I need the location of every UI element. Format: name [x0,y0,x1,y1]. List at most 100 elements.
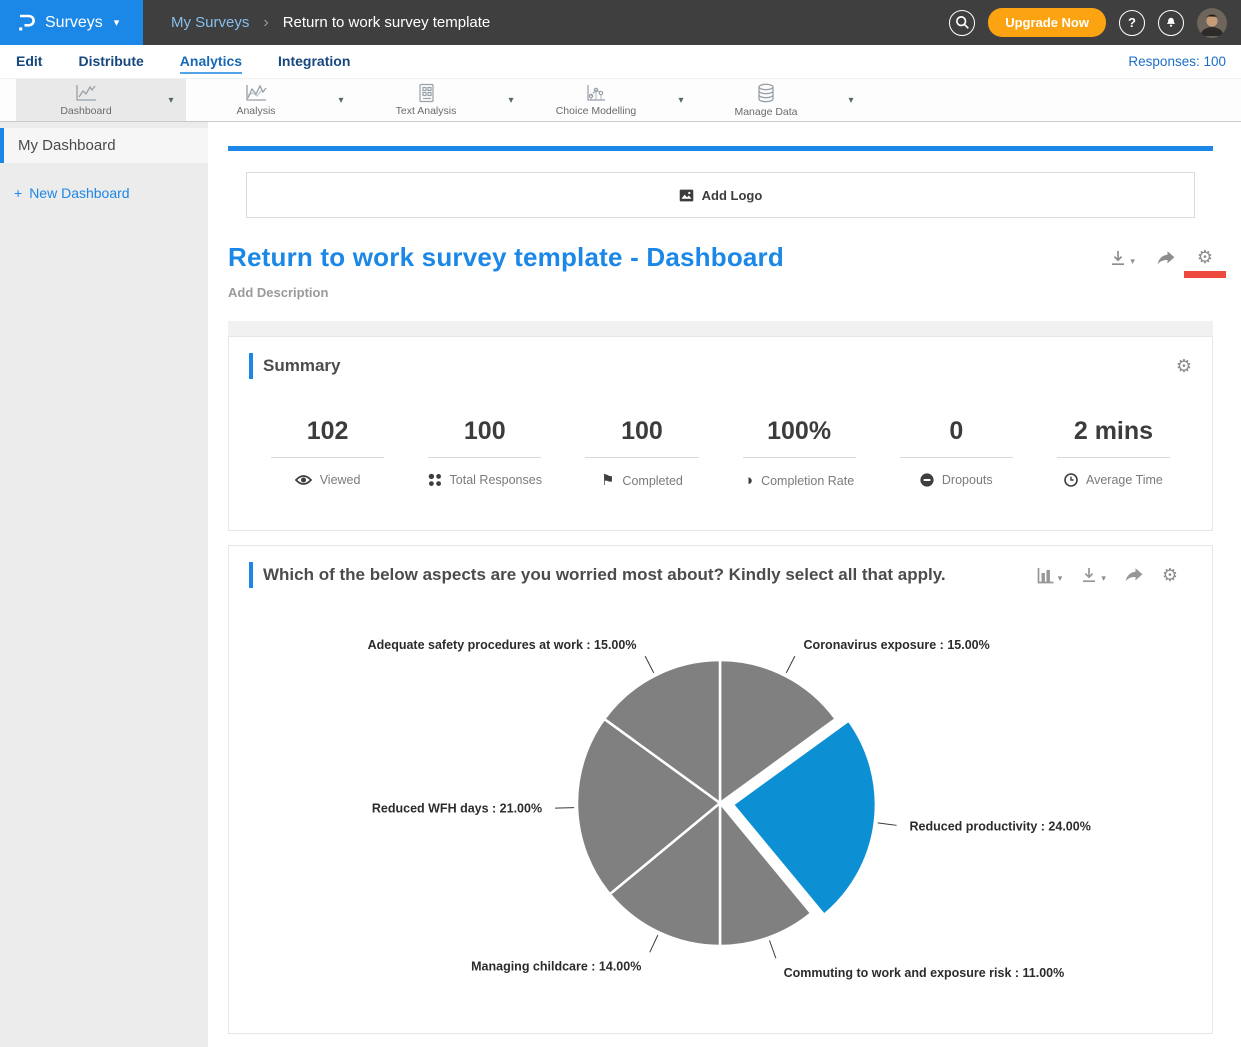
pie-slice-label: Managing childcare : 14.00% [471,960,641,974]
stat-dropouts: 0 Dropouts [878,417,1035,488]
choice-modelling-icon [584,83,608,103]
chart-actions: ▾ ▾ ⚙ [1037,566,1178,584]
add-logo-button[interactable]: Add Logo [246,172,1195,218]
caret-down-icon: ▾ [1130,256,1135,267]
stat-divider [1057,457,1170,458]
dots-grid-icon [428,473,442,487]
plus-icon: + [14,185,22,201]
avatar[interactable] [1197,8,1227,38]
stat-divider [271,457,384,458]
stat-label-text: Completion Rate [761,474,854,488]
toolbar-item-manage-data[interactable]: Manage Data [696,79,836,121]
stat-average-time: 2 mins Average Time [1035,417,1192,488]
caret-down-icon: ▾ [1058,573,1063,584]
topbar: Surveys ▾ My Surveys › Return to work su… [0,0,1241,45]
chart-settings-gear-icon[interactable]: ⚙ [1162,566,1178,584]
choice-modelling-dropdown-caret[interactable]: ▾ [666,79,696,121]
responses-count[interactable]: Responses: 100 [1128,54,1226,69]
chevron-down-icon: ▾ [114,16,120,29]
share-chart-button[interactable] [1124,567,1144,583]
survey-subnav: Edit Distribute Analytics Integration Re… [0,45,1241,78]
add-logo-label: Add Logo [702,188,763,203]
share-dashboard-button[interactable] [1156,250,1176,266]
tab-integration[interactable]: Integration [278,49,350,74]
stat-label-text: Average Time [1086,473,1163,487]
stat-divider [428,457,541,458]
toolbar-group-manage-data: Manage Data ▾ [696,79,866,121]
gear-icon: ⚙ [1197,247,1213,267]
app-logo[interactable]: Surveys ▾ [0,0,143,45]
sidebar-item-my-dashboard[interactable]: My Dashboard [0,128,208,163]
stat-total-responses: 100 Total Responses [406,417,563,488]
pie-label-connector [650,935,658,952]
new-dashboard-button[interactable]: + New Dashboard [14,185,208,201]
user-photo [1197,8,1227,38]
breadcrumb: My Surveys › Return to work survey templ… [171,14,490,32]
analytics-toolbar: Dashboard ▾ Analysis ▾ [0,78,1241,122]
pie-label-connector [786,656,795,673]
toolbar-group-analysis: Analysis ▾ [186,79,356,121]
summary-settings-gear-icon[interactable]: ⚙ [1176,357,1192,375]
upgrade-now-button[interactable]: Upgrade Now [988,8,1106,37]
toolbar-item-label: Analysis [236,105,275,117]
question-title: Which of the below aspects are you worri… [263,565,946,585]
notifications-button[interactable] [1158,10,1184,36]
pie-slice-label: Adequate safety procedures at work : 15.… [368,638,637,652]
pie-label-connector [878,823,897,825]
flag-icon: ⚑ [601,473,614,488]
text-analysis-dropdown-caret[interactable]: ▾ [496,79,526,121]
dashboard-settings-button[interactable]: ⚙ [1197,248,1213,268]
half-circle-icon: ◑ [744,473,753,488]
tab-distribute[interactable]: Distribute [78,49,143,74]
new-dashboard-label: New Dashboard [29,185,129,201]
stat-label-text: Completed [622,474,682,488]
image-icon [679,189,694,202]
pie-slice-label: Reduced WFH days : 21.00% [372,801,542,815]
breadcrumb-current: Return to work survey template [283,14,491,31]
toolbar-item-label: Text Analysis [396,105,457,117]
stat-completed: 100 ⚑ Completed [563,417,720,488]
toolbar-item-text-analysis[interactable]: Text Analysis [356,79,496,121]
toolbar-item-label: Manage Data [734,106,797,118]
tab-analytics[interactable]: Analytics [180,49,242,74]
toolbar-item-dashboard[interactable]: Dashboard [16,79,156,121]
stat-completion-rate: 100% ◑ Completion Rate [721,417,878,488]
breadcrumb-my-surveys[interactable]: My Surveys [171,14,249,31]
download-dashboard-button[interactable]: ▾ [1109,249,1135,267]
toolbar-group-text-analysis: Text Analysis ▾ [356,79,526,121]
stat-value: 100 [406,417,563,446]
summary-card: Summary ⚙ 102 Viewed 100 [228,336,1213,531]
stat-label-text: Viewed [320,473,361,487]
download-icon [1109,249,1127,267]
download-icon [1080,566,1098,584]
toolbar-item-analysis[interactable]: Analysis [186,79,326,121]
pie-slice-label: Commuting to work and exposure risk : 11… [784,966,1065,980]
analysis-chart-icon [244,83,268,103]
chevron-right-icon: › [263,14,268,32]
help-button[interactable]: ? [1119,10,1145,36]
manage-data-dropdown-caret[interactable]: ▾ [836,79,866,121]
stat-divider [900,457,1013,458]
dashboard-chart-icon [74,83,98,103]
page-title[interactable]: Return to work survey template - Dashboa… [228,242,784,273]
dashboard-dropdown-caret[interactable]: ▾ [156,79,186,121]
download-chart-button[interactable]: ▾ [1080,566,1106,584]
analysis-dropdown-caret[interactable]: ▾ [326,79,356,121]
pie-chart: Coronavirus exposure : 15.00%Reduced pro… [229,588,1212,1028]
stat-value: 100 [563,417,720,446]
tab-edit[interactable]: Edit [16,49,42,74]
add-description-button[interactable]: Add Description [228,285,1213,300]
chart-type-button[interactable]: ▾ [1037,567,1063,584]
search-button[interactable] [949,10,975,36]
share-icon [1156,250,1176,266]
stat-divider [743,457,856,458]
caret-down-icon: ▾ [1101,573,1106,584]
stat-value: 102 [249,417,406,446]
toolbar-item-choice-modelling[interactable]: Choice Modelling [526,79,666,121]
stat-divider [585,457,698,458]
toolbar-group-choice-modelling: Choice Modelling ▾ [526,79,696,121]
dashboard-sidebar: My Dashboard + New Dashboard [0,122,208,1047]
pie-label-connector [645,656,654,673]
stat-value: 0 [878,417,1035,446]
dashboard-main: Add Logo Return to work survey template … [208,122,1241,1047]
